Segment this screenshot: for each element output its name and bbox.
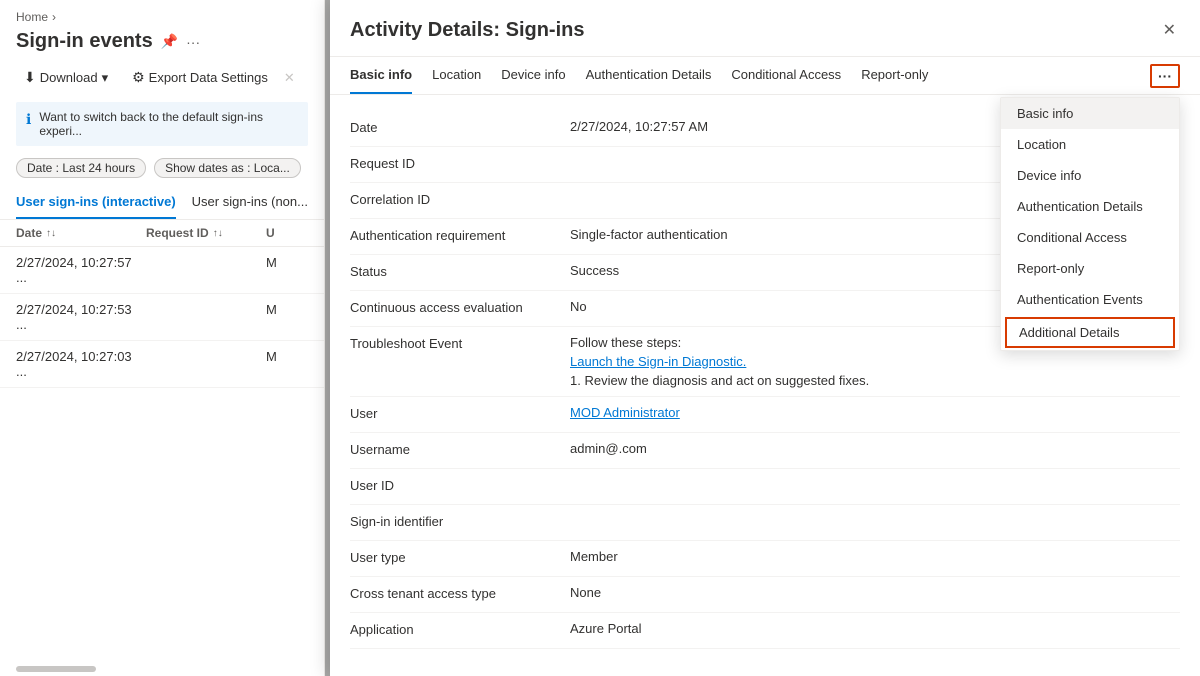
tabs-dropdown-menu: Basic info Location Device info Authenti… bbox=[1000, 97, 1180, 351]
left-tabs-row: User sign-ins (interactive) User sign-in… bbox=[0, 186, 324, 220]
toolbar: ⬇ Download ▾ ⚙ Export Data Settings ✕ bbox=[0, 61, 324, 98]
troubleshoot-link[interactable]: Launch the Sign-in Diagnostic. bbox=[570, 354, 1180, 369]
modal-title: Activity Details: Sign-ins bbox=[350, 19, 585, 42]
detail-value-user-type: Member bbox=[570, 549, 1180, 564]
sort-date-icon[interactable]: ↑↓ bbox=[46, 228, 56, 239]
detail-value-application: Azure Portal bbox=[570, 621, 1180, 636]
tab-interactive[interactable]: User sign-ins (interactive) bbox=[16, 186, 176, 219]
table-header: Date ↑↓ Request ID ↑↓ U bbox=[0, 220, 324, 247]
tab-non-interactive[interactable]: User sign-ins (non... bbox=[192, 186, 308, 219]
toolbar-divider: ✕ bbox=[284, 70, 295, 86]
info-text: Want to switch back to the default sign-… bbox=[39, 110, 298, 138]
modal-tab-auth-details[interactable]: Authentication Details bbox=[586, 57, 712, 94]
detail-value-cross-tenant: None bbox=[570, 585, 1180, 600]
page-title: Sign-in events bbox=[16, 30, 153, 53]
row-date-1: 2/27/2024, 10:27:53 ... bbox=[16, 302, 146, 332]
modal-tab-report-only[interactable]: Report-only bbox=[861, 57, 928, 94]
row-reqid-1 bbox=[146, 302, 266, 332]
dropdown-item-basic-info[interactable]: Basic info bbox=[1001, 98, 1179, 129]
breadcrumb: Home › bbox=[0, 0, 324, 28]
detail-row-signin-id: Sign-in identifier bbox=[350, 505, 1180, 541]
dropdown-item-location[interactable]: Location bbox=[1001, 129, 1179, 160]
dropdown-item-additional-details[interactable]: Additional Details bbox=[1005, 317, 1175, 348]
modal-tab-basic-info[interactable]: Basic info bbox=[350, 57, 412, 94]
detail-row-cross-tenant: Cross tenant access type None bbox=[350, 577, 1180, 613]
dropdown-item-device-info[interactable]: Device info bbox=[1001, 160, 1179, 191]
table-body: 2/27/2024, 10:27:57 ... M 2/27/2024, 10:… bbox=[0, 247, 324, 662]
dropdown-item-auth-details[interactable]: Authentication Details bbox=[1001, 191, 1179, 222]
detail-label-status: Status bbox=[350, 263, 570, 279]
col-header-user: U bbox=[266, 226, 308, 240]
horizontal-scrollbar[interactable] bbox=[0, 662, 324, 676]
export-label: Export Data Settings bbox=[149, 70, 268, 85]
modal-header: Activity Details: Sign-ins ✕ bbox=[330, 0, 1200, 57]
breadcrumb-home[interactable]: Home bbox=[16, 10, 48, 24]
download-icon: ⬇ bbox=[24, 69, 36, 86]
detail-label-corrid: Correlation ID bbox=[350, 191, 570, 207]
modal-close-button[interactable]: ✕ bbox=[1159, 16, 1180, 44]
detail-label-auth-req: Authentication requirement bbox=[350, 227, 570, 243]
detail-label-troubleshoot: Troubleshoot Event bbox=[350, 335, 570, 351]
detail-label-cross-tenant: Cross tenant access type bbox=[350, 585, 570, 601]
col-header-date: Date ↑↓ bbox=[16, 226, 146, 240]
info-banner: ℹ Want to switch back to the default sig… bbox=[16, 102, 308, 146]
modal-tabs: Basic info Location Device info Authenti… bbox=[330, 57, 1200, 95]
modal-tab-device-info[interactable]: Device info bbox=[501, 57, 565, 94]
modal-tab-location[interactable]: Location bbox=[432, 57, 481, 94]
modal-overlay: Activity Details: Sign-ins ✕ Basic info … bbox=[325, 0, 1200, 676]
detail-label-userid: User ID bbox=[350, 477, 570, 493]
download-button[interactable]: ⬇ Download ▾ bbox=[16, 65, 116, 90]
row-user-2: M bbox=[266, 349, 308, 379]
detail-label-reqid: Request ID bbox=[350, 155, 570, 171]
detail-label-date: Date bbox=[350, 119, 570, 135]
more-tabs-button[interactable]: ··· bbox=[1150, 64, 1180, 88]
pin-icon[interactable]: 📌 bbox=[161, 33, 178, 50]
detail-value-user[interactable]: MOD Administrator bbox=[570, 405, 1180, 420]
breadcrumb-separator: › bbox=[52, 10, 56, 24]
detail-row-user: User MOD Administrator bbox=[350, 397, 1180, 433]
left-panel: Home › Sign-in events 📌 ··· ⬇ Download ▾… bbox=[0, 0, 325, 676]
row-date-2: 2/27/2024, 10:27:03 ... bbox=[16, 349, 146, 379]
table-row[interactable]: 2/27/2024, 10:27:53 ... M bbox=[0, 294, 324, 341]
detail-label-user: User bbox=[350, 405, 570, 421]
detail-label-signin-id: Sign-in identifier bbox=[350, 513, 570, 529]
download-label: Download bbox=[40, 70, 98, 85]
date-filter-chip[interactable]: Date : Last 24 hours bbox=[16, 158, 146, 178]
row-reqid-2 bbox=[146, 349, 266, 379]
row-user-1: M bbox=[266, 302, 308, 332]
detail-value-username: admin@.com bbox=[570, 441, 1180, 456]
date-format-filter-chip[interactable]: Show dates as : Loca... bbox=[154, 158, 301, 178]
export-button[interactable]: ⚙ Export Data Settings bbox=[124, 65, 276, 90]
more-options-icon[interactable]: ··· bbox=[186, 34, 200, 50]
detail-label-cae: Continuous access evaluation bbox=[350, 299, 570, 315]
detail-row-username: Username admin@.com bbox=[350, 433, 1180, 469]
detail-label-application: Application bbox=[350, 621, 570, 637]
dropdown-item-conditional-access[interactable]: Conditional Access bbox=[1001, 222, 1179, 253]
sort-reqid-icon[interactable]: ↑↓ bbox=[213, 228, 223, 239]
row-date-0: 2/27/2024, 10:27:57 ... bbox=[16, 255, 146, 285]
row-user-0: M bbox=[266, 255, 308, 285]
table-row[interactable]: 2/27/2024, 10:27:57 ... M bbox=[0, 247, 324, 294]
detail-label-user-type: User type bbox=[350, 549, 570, 565]
export-icon: ⚙ bbox=[132, 69, 145, 86]
info-icon: ℹ bbox=[26, 111, 31, 128]
dropdown-item-auth-events[interactable]: Authentication Events bbox=[1001, 284, 1179, 315]
detail-label-username: Username bbox=[350, 441, 570, 457]
detail-row-user-type: User type Member bbox=[350, 541, 1180, 577]
scroll-thumb[interactable] bbox=[16, 666, 96, 672]
modal-tab-conditional-access[interactable]: Conditional Access bbox=[731, 57, 841, 94]
col-header-reqid: Request ID ↑↓ bbox=[146, 226, 266, 240]
dropdown-item-report-only[interactable]: Report-only bbox=[1001, 253, 1179, 284]
filter-row: Date : Last 24 hours Show dates as : Loc… bbox=[0, 154, 324, 186]
detail-row-userid: User ID bbox=[350, 469, 1180, 505]
page-title-row: Sign-in events 📌 ··· bbox=[0, 28, 324, 61]
troubleshoot-step1: 1. Review the diagnosis and act on sugge… bbox=[570, 373, 1180, 388]
table-row[interactable]: 2/27/2024, 10:27:03 ... M bbox=[0, 341, 324, 388]
detail-row-application: Application Azure Portal bbox=[350, 613, 1180, 649]
row-reqid-0 bbox=[146, 255, 266, 285]
activity-details-modal: Activity Details: Sign-ins ✕ Basic info … bbox=[330, 0, 1200, 676]
download-chevron: ▾ bbox=[102, 70, 109, 86]
